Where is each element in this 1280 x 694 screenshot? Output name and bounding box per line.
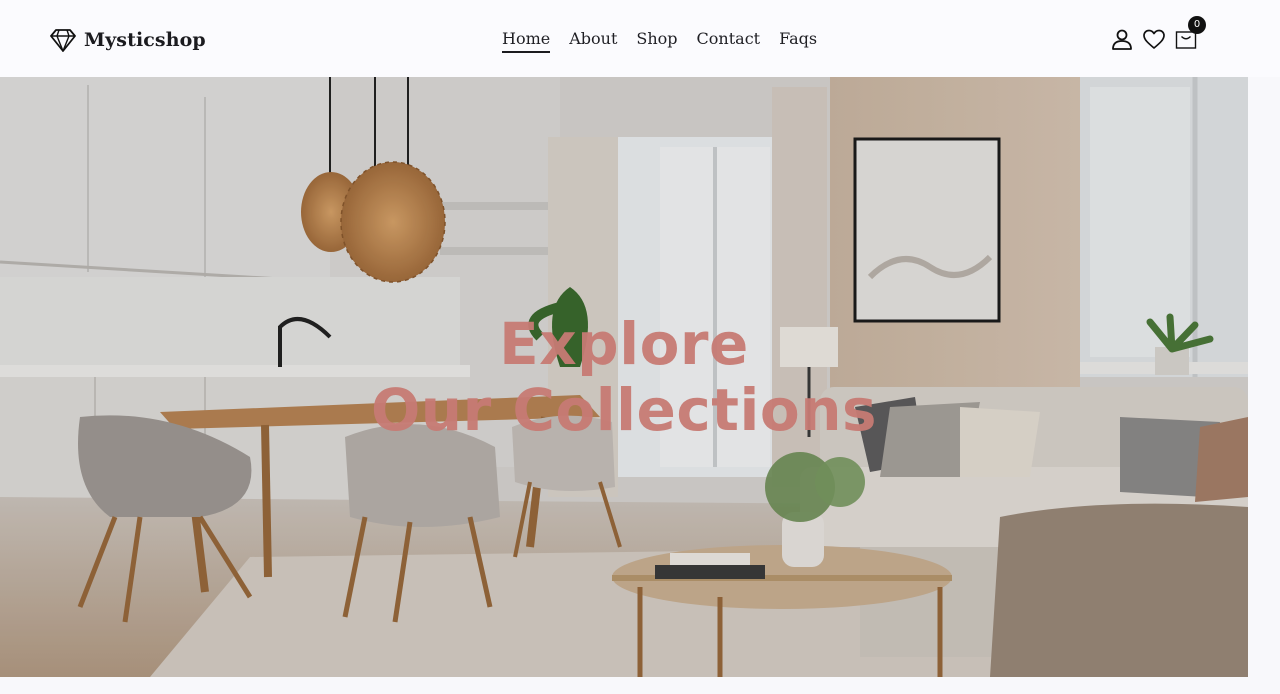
nav-about[interactable]: About <box>569 28 617 50</box>
brand[interactable]: Mysticshop <box>50 26 206 54</box>
hero-title-line2: Our Collections <box>370 376 878 444</box>
site-header: Mysticshop Home About Shop Contact Faqs … <box>0 0 1280 77</box>
diamond-icon <box>50 27 76 53</box>
nav-contact[interactable]: Contact <box>697 28 761 50</box>
hero-banner: Explore Our Collections <box>0 77 1248 677</box>
main-nav: Home About Shop Contact Faqs <box>502 28 817 56</box>
header-tools <box>1110 24 1198 54</box>
brand-name: Mysticshop <box>84 29 206 51</box>
nav-shop[interactable]: Shop <box>636 28 677 50</box>
hero-title-line1: Explore <box>499 310 749 378</box>
nav-home[interactable]: Home <box>502 28 551 53</box>
user-icon[interactable] <box>1110 27 1134 51</box>
heart-icon[interactable] <box>1142 27 1166 51</box>
nav-faqs[interactable]: Faqs <box>779 28 817 50</box>
cart-count-badge: 0 <box>1188 16 1206 34</box>
